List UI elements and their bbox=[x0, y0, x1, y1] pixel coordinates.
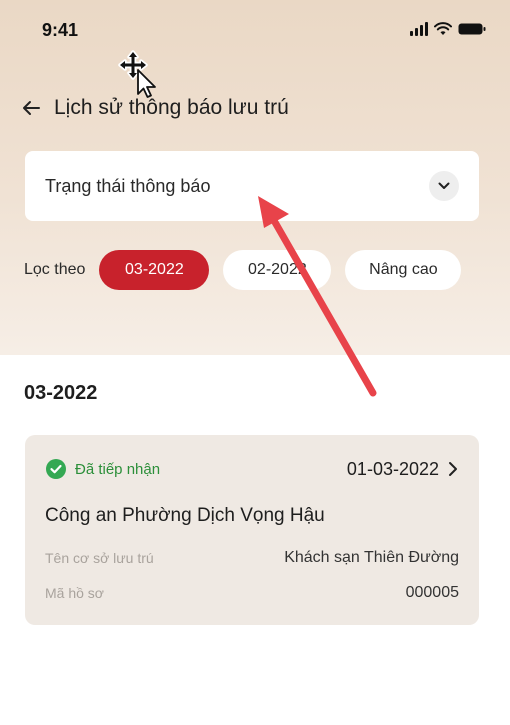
status-badge-text: Đã tiếp nhận bbox=[75, 460, 161, 478]
status-icons bbox=[410, 22, 486, 36]
card-header: Đã tiếp nhận 01-03-2022 bbox=[45, 457, 459, 481]
filter-row: Lọc theo 03-2022 02-2022 Nâng cao bbox=[24, 250, 462, 290]
status-filter-dropdown[interactable]: Trạng thái thông báo bbox=[25, 151, 479, 221]
card-date-group[interactable]: 01-03-2022 bbox=[347, 459, 459, 480]
chevron-down-icon[interactable] bbox=[429, 171, 459, 201]
record-code-label: Mã hồ sơ bbox=[45, 585, 104, 601]
wifi-icon bbox=[434, 22, 452, 36]
card-row-facility: Tên cơ sở lưu trú Khách sạn Thiên Đường bbox=[45, 549, 459, 567]
status-bar: 9:41 bbox=[0, 0, 510, 60]
page-header: Lịch sử thông báo lưu trú bbox=[20, 92, 289, 124]
filter-label: Lọc theo bbox=[24, 261, 86, 278]
page-title: Lịch sử thông báo lưu trú bbox=[54, 96, 289, 119]
status-time: 9:41 bbox=[42, 20, 79, 40]
notification-card[interactable]: Đã tiếp nhận 01-03-2022 Công an Phường D… bbox=[25, 435, 479, 625]
facility-value: Khách sạn Thiên Đường bbox=[284, 549, 459, 566]
chevron-right-icon bbox=[449, 462, 457, 476]
filter-chip-02-2022[interactable]: 02-2022 bbox=[223, 250, 332, 290]
card-title: Công an Phường Dịch Vọng Hậu bbox=[45, 505, 325, 526]
check-circle-icon bbox=[46, 459, 66, 479]
signal-icon bbox=[410, 22, 428, 36]
status-filter-label: Trạng thái thông báo bbox=[45, 175, 211, 196]
back-arrow-icon[interactable] bbox=[20, 97, 42, 119]
facility-label: Tên cơ sở lưu trú bbox=[45, 550, 154, 566]
filter-chip-advanced[interactable]: Nâng cao bbox=[345, 250, 462, 290]
section-title: 03-2022 bbox=[24, 382, 98, 404]
filter-chip-03-2022[interactable]: 03-2022 bbox=[99, 250, 210, 290]
record-code-value: 000005 bbox=[405, 584, 459, 601]
card-date: 01-03-2022 bbox=[346, 458, 439, 479]
status-badge: Đã tiếp nhận bbox=[45, 458, 160, 480]
battery-icon bbox=[458, 22, 486, 36]
card-row-record-code: Mã hồ sơ 000005 bbox=[45, 584, 459, 602]
